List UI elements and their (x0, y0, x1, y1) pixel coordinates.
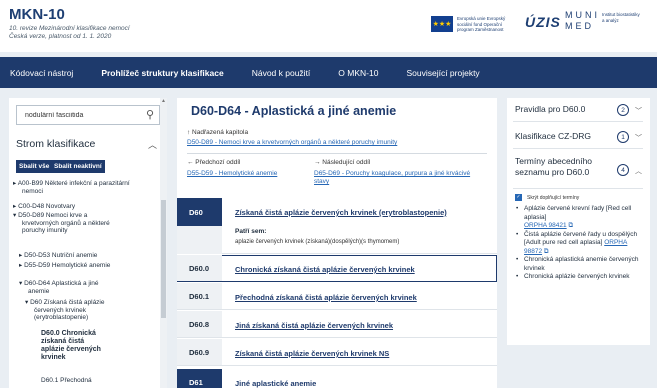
app-title[interactable]: MKN-10 (9, 6, 65, 23)
term-item: Aplázie červené krevní řady [Red cell ap… (515, 205, 645, 231)
parent-link[interactable]: D50-D89 - Nemoci krve a krvetvorných org… (187, 139, 397, 146)
terms-list: Aplázie červené krevní řady [Red cell ap… (515, 205, 645, 282)
drg-section-title[interactable]: Klasifikace CZ-DRG (515, 131, 591, 142)
code-name[interactable]: Získaná čistá aplázie červených krvinek … (235, 208, 447, 217)
code-cell: D60.0 (177, 255, 222, 281)
app-subtitle: 10. revize Mezinárodní klasifikace nemoc… (9, 25, 130, 41)
prev-link[interactable]: D55-D59 - Hemolytické anemie (187, 170, 277, 177)
divider (513, 188, 643, 189)
tree-item[interactable]: ▾ D60 Získaná čistá aplázie červených kr… (25, 299, 117, 322)
code-row-d61[interactable]: D61 Jiné aplastické anemie (177, 369, 497, 388)
search-icon[interactable]: ⚲ (146, 108, 154, 121)
divider (513, 121, 643, 122)
code-row-d60[interactable]: D60 Získaná čistá aplázie červených krvi… (177, 198, 497, 254)
includes-text: aplazie červených krvinek (získaná)(dosp… (235, 239, 400, 245)
tree-item-selected[interactable]: D60.0 Chronická získaná čistá aplázie če… (41, 330, 103, 362)
code-name[interactable]: Jiné aplastické anemie (235, 379, 316, 388)
code-cell: D60 (177, 198, 222, 226)
next-link[interactable]: D65-D69 - Poruchy koagulace, purpura a j… (314, 170, 484, 186)
chevron-up-icon[interactable]: ︿ (148, 138, 157, 151)
code-name[interactable]: Přechodná získaná čistá aplázie červenýc… (235, 293, 417, 302)
code-cell-filler (177, 226, 222, 254)
term-text: Aplázie červené krevní řady [Red cell ap… (524, 205, 632, 221)
tree-item[interactable]: ▾ D50-D89 Nemoci krve a krvetvorných org… (13, 212, 123, 235)
hide-terms-checkbox[interactable]: ✓ (515, 194, 522, 201)
search-input[interactable] (17, 106, 137, 124)
muni-logo-subtitle: Institut biostatistiky a analýz (602, 12, 640, 23)
rules-count-badge: 2 (617, 104, 629, 116)
scrollbar-thumb[interactable] (161, 200, 166, 318)
hide-terms-label: Skrýt doplňující termíny (527, 195, 580, 201)
terms-section-title[interactable]: Termíny abecedního seznamu pro D60.0 (515, 156, 613, 178)
drg-count-badge: 1 (617, 131, 629, 143)
code-cell: D61 (177, 369, 222, 388)
code-row-d60-9[interactable]: D60.9 Získaná čistá aplázie červených kr… (177, 339, 497, 366)
nav-prohlizec-struktury[interactable]: Prohlížeč struktury klasifikace (101, 68, 223, 78)
chevron-down-icon[interactable]: ﹀ (635, 106, 642, 116)
code-cell: D60.9 (177, 339, 222, 365)
uzis-logo: ÚZIS (525, 14, 561, 30)
tree-scrollbar[interactable]: ▲ (160, 98, 167, 388)
orpha-link[interactable]: ORPHA 98421 (524, 222, 567, 229)
section-title: D60-D64 - Aplastická a jiné anemie (191, 104, 397, 118)
term-item: Chronická aplázie červených krvinek (515, 273, 645, 282)
nav-o-mkn[interactable]: O MKN-10 (338, 68, 378, 78)
muni-logo: MUNI MED (565, 10, 600, 31)
tree-item[interactable]: ▸ D50-D53 Nutriční anemie (19, 252, 97, 260)
rules-section-title[interactable]: Pravidla pro D60.0 (515, 104, 585, 115)
external-link-icon[interactable]: ⧉ (568, 222, 573, 229)
divider (187, 153, 487, 154)
code-name[interactable]: Chronická získaná čistá aplázie červenýc… (235, 265, 415, 274)
chevron-down-icon[interactable]: ﹀ (635, 133, 642, 143)
info-panel: Pravidla pro D60.0 2 ﹀ Klasifikace CZ-DR… (507, 98, 650, 345)
section-detail-panel: D60-D64 - Aplastická a jiné anemie ↑ Nad… (177, 98, 497, 388)
nav-souvisejici-projekty[interactable]: Související projekty (406, 68, 479, 78)
nav-kodovaci-nastroj[interactable]: Kódovací nástroj (10, 68, 73, 78)
prev-label: ← Předchozí oddíl (187, 159, 241, 166)
code-row-d60-1[interactable]: D60.1 Přechodná získaná čistá aplázie če… (177, 283, 497, 310)
tree-item[interactable]: ▾ D60-D64 Aplastická a jiné anemie (19, 280, 119, 295)
classification-tree-panel: ⚲ Strom klasifikace ︿ Sbalit vše Sbalit … (9, 98, 167, 388)
external-link-icon[interactable]: ⧉ (544, 248, 549, 255)
parent-label: ↑ Nadřazená kapitola (187, 129, 249, 136)
divider (513, 148, 643, 149)
subtitle-line-2: Česká verze, platnost od 1. 1. 2020 (9, 33, 112, 40)
subtitle-line-1: 10. revize Mezinárodní klasifikace nemoc… (9, 25, 130, 32)
tree-item[interactable]: ▸ A00-B99 Některé infekční a parazitární… (13, 180, 133, 195)
includes-label: Patří sem: (235, 228, 267, 235)
tree-item[interactable]: ▸ D55-D59 Hemolytické anemie (19, 262, 119, 270)
tree-heading: Strom klasifikace (16, 138, 96, 150)
code-row-d60-0[interactable]: D60.0 Chronická získaná čistá aplázie če… (177, 255, 497, 282)
collapse-inactive-button[interactable]: Sbalit neaktivní (51, 160, 105, 173)
term-item: Čistá aplázie červené řady u dospělých [… (515, 231, 645, 257)
code-cell: D60.8 (177, 311, 222, 337)
next-label: → Následující oddíl (314, 159, 371, 166)
main-nav: Kódovací nástroj Prohlížeč struktury kla… (0, 57, 657, 88)
collapse-all-button[interactable]: Sbalit vše (16, 160, 53, 173)
term-item: Chronická aplastická anemie červených kr… (515, 256, 645, 273)
eu-flag-logo: ★★★ (431, 16, 453, 32)
code-row-d60-8[interactable]: D60.8 Jiná získaná čistá aplázie červený… (177, 311, 497, 338)
code-name[interactable]: Jiná získaná čistá aplázie červených krv… (235, 321, 393, 330)
eu-logo-text: Evropská unie Evropský sociální fond Ope… (457, 16, 506, 32)
nav-navod[interactable]: Návod k použití (252, 68, 311, 78)
code-name[interactable]: Získaná čistá aplázie červených krvinek … (235, 349, 389, 358)
scroll-up-icon[interactable]: ▲ (161, 98, 166, 104)
tree-item[interactable]: D60.1 Přechodná (41, 377, 111, 385)
code-cell: D60.1 (177, 283, 222, 309)
terms-count-badge: 4 (617, 164, 629, 176)
tree-item[interactable]: ▸ C00-D48 Novotvary (13, 203, 75, 211)
search-box: ⚲ (16, 105, 160, 125)
app-header: MKN-10 10. revize Mezinárodní klasifikac… (0, 0, 657, 52)
chevron-up-icon[interactable]: ︿ (635, 166, 642, 176)
